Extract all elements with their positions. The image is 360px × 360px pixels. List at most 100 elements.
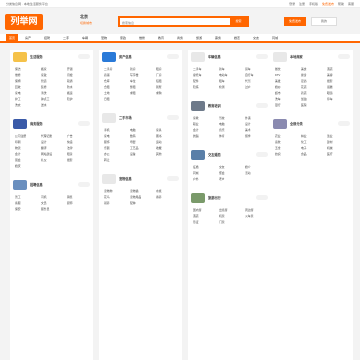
- category-link[interactable]: 水族: [156, 189, 162, 193]
- top-publish-link[interactable]: 免费发布: [322, 2, 334, 6]
- category-link[interactable]: 配件: [193, 79, 199, 83]
- category-link[interactable]: 音乐: [219, 128, 225, 132]
- category-link[interactable]: 数码: [130, 134, 136, 138]
- category-link[interactable]: 开锁: [67, 67, 73, 71]
- category-link[interactable]: 维修: [15, 73, 21, 77]
- category-link[interactable]: 摄影: [327, 79, 333, 83]
- category-link[interactable]: 婚庆: [15, 164, 21, 168]
- category-link[interactable]: 代理记账: [41, 134, 52, 138]
- mobile-link[interactable]: 手机版: [309, 2, 318, 6]
- category-link[interactable]: 医疗: [327, 152, 333, 156]
- category-link[interactable]: 整租: [130, 85, 136, 89]
- category-link[interactable]: 二手房: [104, 67, 112, 71]
- city-selector[interactable]: 北京 切换城市: [80, 14, 92, 25]
- category-link[interactable]: 陪护: [67, 97, 73, 101]
- category-header[interactable]: 房产信息: [99, 50, 182, 64]
- category-link[interactable]: 疏通: [67, 79, 73, 83]
- more-pill[interactable]: [338, 121, 350, 126]
- category-link[interactable]: 租房: [156, 67, 162, 71]
- category-link[interactable]: 服务员: [41, 207, 49, 211]
- category-link[interactable]: 设计: [245, 122, 251, 126]
- category-link[interactable]: 快递: [67, 140, 73, 144]
- more-pill[interactable]: [256, 54, 268, 59]
- category-link[interactable]: 银行: [275, 103, 281, 107]
- category-link[interactable]: 酒店: [193, 214, 199, 218]
- category-link[interactable]: 配种: [130, 201, 136, 205]
- category-link[interactable]: 电子: [301, 146, 307, 150]
- category-link[interactable]: 健身: [301, 73, 307, 77]
- category-header[interactable]: 旅游出行: [188, 191, 271, 205]
- category-link[interactable]: 加油: [301, 97, 307, 101]
- category-link[interactable]: 二手车: [193, 67, 201, 71]
- site-logo[interactable]: 列举网: [5, 14, 43, 30]
- category-link[interactable]: 美食: [301, 67, 307, 71]
- category-link[interactable]: 清洗: [41, 91, 47, 95]
- help-link[interactable]: 帮助: [338, 2, 344, 6]
- category-link[interactable]: 停车: [327, 97, 333, 101]
- category-link[interactable]: 婚纱: [275, 85, 281, 89]
- category-link[interactable]: 电脑: [219, 122, 225, 126]
- category-link[interactable]: 活动: [245, 171, 251, 175]
- category-link[interactable]: 美容: [327, 73, 333, 77]
- category-link[interactable]: 租车: [219, 79, 225, 83]
- nav-item-5[interactable]: 宠物: [101, 34, 107, 42]
- nav-item-6[interactable]: 家政: [120, 34, 126, 42]
- category-link[interactable]: 蛋糕: [327, 85, 333, 89]
- category-link[interactable]: 宠物狗: [104, 189, 112, 193]
- category-link[interactable]: 电动车: [219, 73, 227, 77]
- more-pill[interactable]: [256, 103, 268, 108]
- category-link[interactable]: 代驾: [245, 79, 251, 83]
- category-link[interactable]: 交友: [219, 165, 225, 169]
- category-link[interactable]: 花鸟: [104, 195, 110, 199]
- category-link[interactable]: 职业: [193, 122, 199, 126]
- category-link[interactable]: 办公: [104, 152, 110, 156]
- category-link[interactable]: 土地: [104, 91, 110, 95]
- more-pill[interactable]: [167, 115, 179, 120]
- category-link[interactable]: 家政: [41, 73, 47, 77]
- nav-item-12[interactable]: 婚恋: [234, 34, 240, 42]
- category-link[interactable]: 厨师: [67, 201, 73, 205]
- category-link[interactable]: 其他: [156, 152, 162, 156]
- category-link[interactable]: 超市: [275, 91, 281, 95]
- category-link[interactable]: 收藏: [156, 146, 162, 150]
- category-link[interactable]: 酒店: [327, 67, 333, 71]
- category-link[interactable]: 护工: [15, 97, 21, 101]
- category-link[interactable]: KTV: [275, 73, 280, 77]
- category-link[interactable]: 食品: [301, 152, 307, 156]
- category-link[interactable]: 普工: [15, 195, 21, 199]
- category-link[interactable]: 五金: [275, 146, 281, 150]
- category-link[interactable]: 印刷: [15, 140, 21, 144]
- category-link[interactable]: 物流: [15, 146, 21, 150]
- category-link[interactable]: 销售: [67, 195, 73, 199]
- category-link[interactable]: 签证: [193, 220, 199, 224]
- category-link[interactable]: 母婴: [130, 140, 136, 144]
- search-button[interactable]: 搜索: [230, 18, 247, 25]
- category-link[interactable]: 写字楼: [130, 73, 138, 77]
- category-header[interactable]: 本地商家: [270, 50, 353, 64]
- category-link[interactable]: 药店: [301, 91, 307, 95]
- category-header[interactable]: 生活服务: [10, 50, 93, 64]
- more-pill[interactable]: [78, 182, 90, 187]
- category-link[interactable]: 周边游: [245, 208, 253, 212]
- category-link[interactable]: 纺织: [275, 152, 281, 156]
- more-pill[interactable]: [256, 152, 268, 157]
- category-link[interactable]: 合租: [104, 85, 110, 89]
- category-header[interactable]: 二手市场: [99, 111, 182, 125]
- category-link[interactable]: 餐饮: [275, 67, 281, 71]
- register-link[interactable]: 注册: [299, 2, 305, 6]
- category-link[interactable]: 火车票: [245, 214, 253, 218]
- category-link[interactable]: 家具: [156, 128, 162, 132]
- category-link[interactable]: 装修: [41, 85, 47, 89]
- category-link[interactable]: 厂房: [156, 73, 162, 77]
- nav-item-8[interactable]: 教育: [158, 34, 164, 42]
- category-link[interactable]: 工艺品: [130, 146, 138, 150]
- category-link[interactable]: 电脑: [130, 128, 136, 132]
- category-link[interactable]: 新车: [219, 67, 225, 71]
- category-link[interactable]: 设备: [130, 152, 136, 156]
- category-link[interactable]: 翻译: [41, 146, 47, 150]
- category-link[interactable]: 回收: [15, 85, 21, 89]
- category-link[interactable]: 管道: [41, 79, 47, 83]
- category-link[interactable]: 短租: [156, 79, 162, 83]
- category-link[interactable]: 搬家: [41, 67, 47, 71]
- category-link[interactable]: 服饰: [104, 140, 110, 144]
